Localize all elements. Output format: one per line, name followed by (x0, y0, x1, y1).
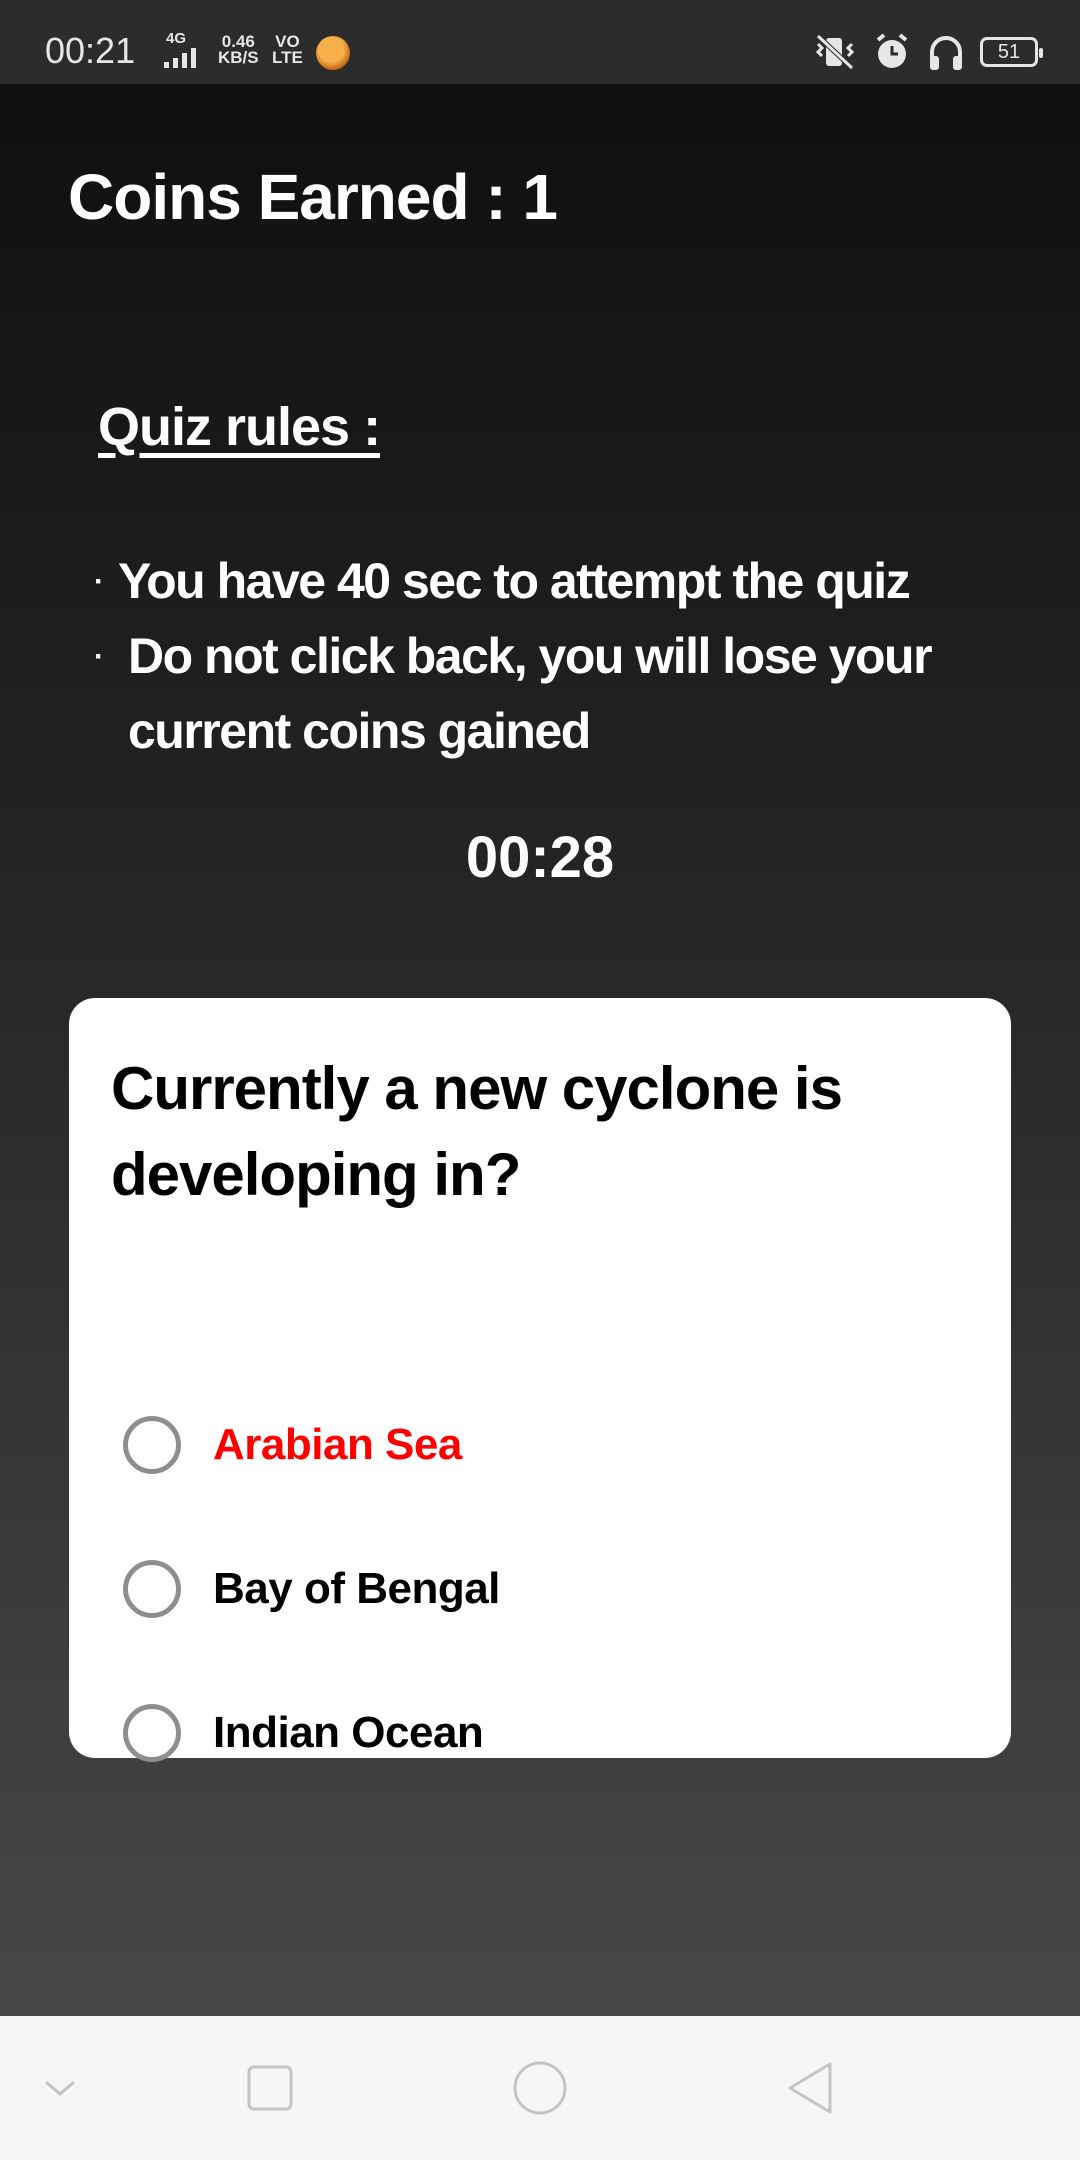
rule-text: Do not click back, you will lose your cu… (128, 628, 933, 759)
radio-button[interactable] (123, 1560, 181, 1618)
countdown-timer: 00:28 (465, 825, 615, 890)
quiz-rules-title: Quiz rules : (98, 397, 381, 457)
battery-icon: 51 (980, 37, 1043, 67)
rule-item: · You have 40 sec to attempt the quiz (94, 544, 994, 619)
volte-indicator: VO LTE (272, 33, 303, 67)
chevron-down-icon[interactable] (28, 2056, 92, 2120)
quiz-screen: Coins Earned : 1 Quiz rules : · You have… (0, 84, 1080, 2016)
option-label: Bay of Bengal (213, 1564, 500, 1613)
option-bay-of-bengal[interactable]: Bay of Bengal (123, 1554, 500, 1624)
radio-button[interactable] (123, 1704, 181, 1762)
radio-button[interactable] (123, 1416, 181, 1474)
back-triangle-icon[interactable] (778, 2056, 842, 2120)
signal-4g-icon: 4G (160, 30, 206, 68)
option-label: Arabian Sea (213, 1420, 462, 1469)
network-speed-unit: KB/S (218, 48, 259, 67)
headphones-icon (930, 36, 962, 70)
status-time: 00:21 (45, 30, 136, 71)
volte-bottom-label: LTE (272, 48, 303, 67)
notification-app-icon (316, 36, 350, 70)
option-indian-ocean[interactable]: Indian Ocean (123, 1698, 484, 1768)
option-label: Indian Ocean (213, 1708, 484, 1757)
status-right-icons: 51 (812, 32, 1043, 72)
bullet-point: · (94, 565, 104, 598)
vibrate-off-icon (815, 34, 855, 70)
rule-item: · Do not click back, you will lose your … (94, 619, 994, 769)
battery-level: 51 (997, 40, 1021, 63)
status-bar: 00:21 4G 0.46 KB/S VO LTE 51 (0, 0, 1080, 84)
quiz-rules-list: · You have 40 sec to attempt the quiz · … (94, 544, 994, 769)
alarm-icon (876, 33, 908, 68)
question-text: Currently a new cyclone is developing in… (111, 1055, 843, 1208)
network-type-label: 4G (166, 30, 187, 47)
bullet-point: · (94, 640, 104, 673)
home-circle-icon[interactable] (508, 2056, 572, 2120)
coins-earned-label: Coins Earned : 1 (68, 161, 558, 233)
rule-text: You have 40 sec to attempt the quiz (118, 553, 911, 609)
system-nav-bar (0, 2016, 1080, 2160)
question-card: Currently a new cyclone is developing in… (69, 998, 1011, 1762)
recents-square-icon[interactable] (238, 2056, 302, 2120)
option-arabian-sea[interactable]: Arabian Sea (123, 1410, 462, 1480)
network-speed: 0.46 KB/S (218, 33, 259, 67)
